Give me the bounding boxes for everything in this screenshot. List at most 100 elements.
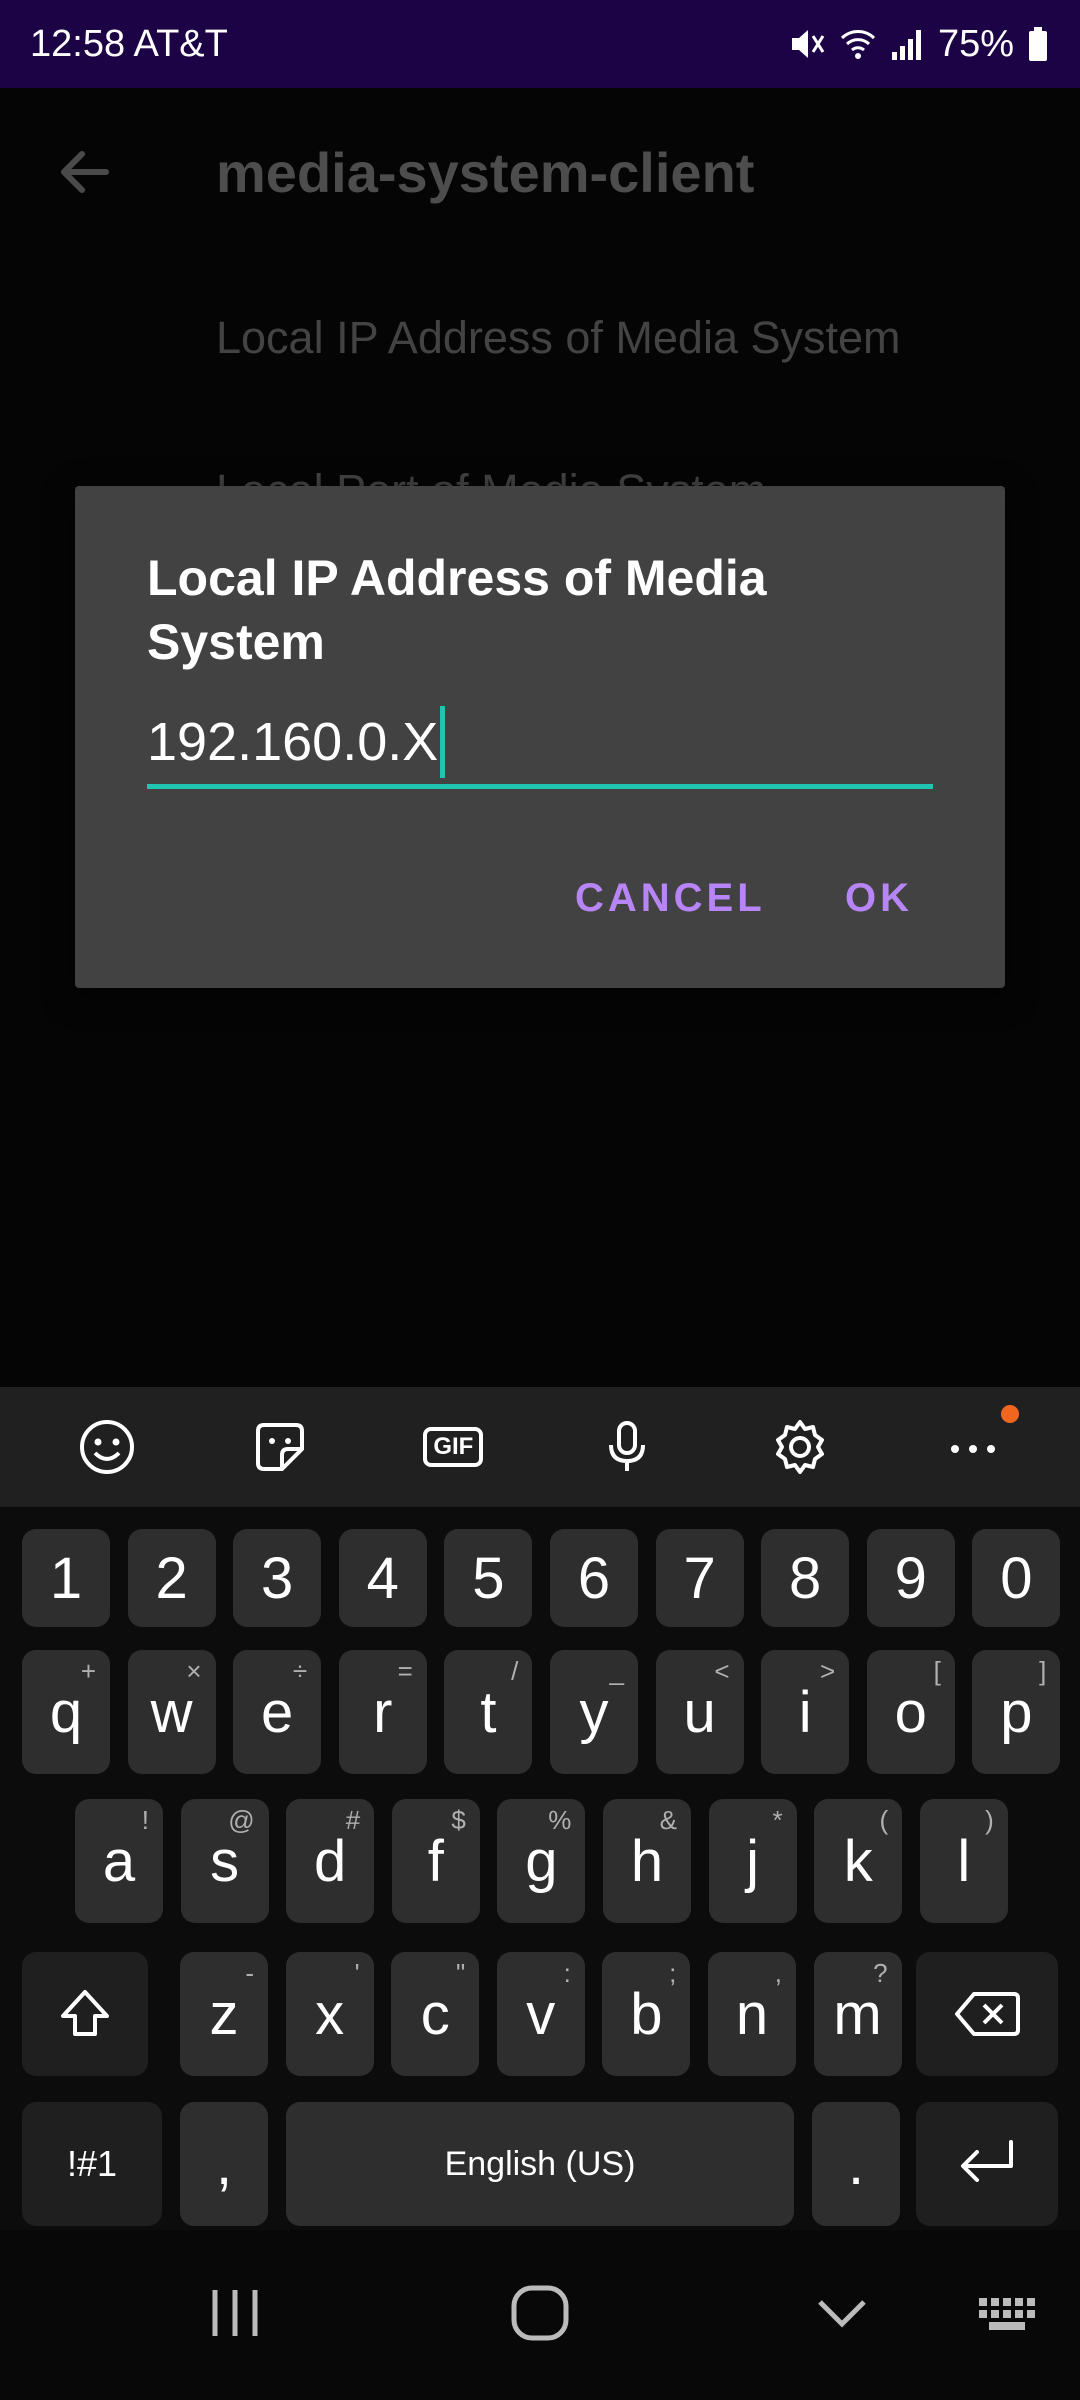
key-k[interactable]: k( [814, 1799, 903, 1923]
key-label: i [798, 1679, 812, 1745]
key-u[interactable]: u < [655, 1650, 744, 1774]
key-hint: ) [985, 1805, 994, 1835]
key-label: a [102, 1828, 136, 1894]
enter-key[interactable] [916, 2102, 1058, 2226]
key-i[interactable]: i > [761, 1650, 850, 1774]
wifi-icon [840, 30, 875, 59]
key-label: r [373, 1679, 393, 1745]
key-s[interactable]: s @ [180, 1799, 269, 1923]
key-b[interactable]: b; [602, 1952, 691, 2076]
key-v[interactable]: v: [496, 1952, 585, 2076]
recent-apps-icon[interactable] [205, 2278, 265, 2348]
key-3[interactable]: 3 [233, 1529, 322, 1627]
app-bar: media-system-client [0, 88, 1080, 258]
input-underline [147, 784, 933, 789]
key-label: p [1000, 1679, 1033, 1745]
ok-button[interactable]: OK [845, 876, 913, 921]
key-q[interactable]: q + [22, 1650, 110, 1774]
key-x[interactable]: x ' [285, 1952, 374, 2076]
settings-icon[interactable] [764, 1411, 836, 1483]
key-4[interactable]: 4 [338, 1529, 427, 1627]
key-hint: " [455, 1958, 466, 1988]
key-e[interactable]: e ÷ [233, 1650, 322, 1774]
key-hint: $ [451, 1805, 466, 1835]
key-w[interactable]: w × [127, 1650, 216, 1774]
key-l[interactable]: l) [919, 1799, 1008, 1923]
key-h[interactable]: h & [603, 1799, 691, 1923]
key-label: c [420, 1981, 450, 2047]
gif-icon[interactable]: GIF [417, 1411, 489, 1483]
hide-keyboard-icon[interactable] [812, 2278, 872, 2348]
backspace-icon [955, 1992, 1020, 2036]
input-value: 192.160.0.X [147, 712, 439, 772]
key-z[interactable]: z- [180, 1952, 268, 2076]
key-o[interactable]: o[ [866, 1650, 955, 1774]
back-arrow-icon[interactable] [52, 140, 116, 204]
home-icon[interactable] [508, 2278, 572, 2348]
key-label: u [683, 1679, 716, 1745]
key-1[interactable]: 1 [22, 1529, 110, 1627]
keyboard-toolbar: GIF [0, 1387, 1080, 1507]
key-0[interactable]: 0 [972, 1529, 1061, 1627]
space-key[interactable]: English (US) [286, 2102, 794, 2226]
key-hint: < [714, 1656, 730, 1686]
key-5[interactable]: 5 [444, 1529, 533, 1627]
key-label: l [957, 1828, 971, 1894]
key-label: 3 [261, 1545, 294, 1611]
key-a[interactable]: a! [75, 1799, 163, 1923]
key-6[interactable]: 6 [550, 1529, 638, 1627]
key-hint: ( [879, 1805, 889, 1835]
key-p[interactable]: p] [972, 1650, 1061, 1774]
period-key[interactable]: . [812, 2102, 900, 2226]
sticker-icon[interactable] [244, 1411, 316, 1483]
notification-dot [1001, 1405, 1020, 1423]
pref-ip-address[interactable]: Local IP Address of Media System [216, 312, 901, 364]
key-hint: / [511, 1656, 519, 1686]
key-hint: > [820, 1656, 836, 1686]
key-2[interactable]: 2 [127, 1529, 216, 1627]
key-hint: [ [933, 1656, 941, 1686]
comma-key[interactable]: , [180, 2102, 268, 2226]
key-label: x [315, 1981, 345, 2047]
key-label: 0 [1000, 1545, 1033, 1611]
key-f[interactable]: f $ [391, 1799, 480, 1923]
backspace-key[interactable] [916, 1952, 1058, 2076]
key-label: 9 [894, 1545, 927, 1611]
emoji-icon[interactable] [71, 1411, 143, 1483]
key-t[interactable]: t / [444, 1650, 533, 1774]
keyboard: !#1 , English (US) . 1 2 3 4 5 6 7 8 9 0 q + w × e ÷ r = t… [0, 1507, 1080, 2230]
key-label: y [579, 1679, 609, 1745]
symbols-key[interactable]: !#1 [22, 2102, 162, 2226]
key-y[interactable]: y _ [550, 1650, 638, 1774]
key-label: s [210, 1828, 240, 1894]
more-icon[interactable] [937, 1405, 1020, 1483]
cancel-button[interactable]: CANCEL [575, 876, 766, 921]
key-8[interactable]: 8 [761, 1529, 850, 1627]
key-j[interactable]: j * [708, 1799, 797, 1923]
key-hint: , [774, 1958, 782, 1988]
key-label: 1 [49, 1545, 83, 1611]
key-n[interactable]: n, [708, 1952, 796, 2076]
key-m[interactable]: m? [813, 1952, 902, 2076]
text-caret [440, 706, 446, 778]
key-9[interactable]: 9 [866, 1529, 955, 1627]
key-hint: : [563, 1958, 571, 1988]
key-hint: # [345, 1805, 361, 1835]
key-hint: @ [228, 1805, 255, 1835]
key-label: o [894, 1679, 927, 1745]
key-d[interactable]: d # [286, 1799, 375, 1923]
key-r[interactable]: r = [338, 1650, 427, 1774]
key-label: z [209, 1981, 239, 2047]
shift-key[interactable] [22, 1952, 148, 2076]
microphone-icon[interactable] [591, 1411, 663, 1483]
key-c[interactable]: c " [391, 1952, 480, 2076]
key-7[interactable]: 7 [655, 1529, 744, 1627]
keyboard-switch-icon[interactable] [975, 2278, 1045, 2348]
key-g[interactable]: g% [497, 1799, 586, 1923]
key-hint: ] [1039, 1656, 1047, 1686]
ip-address-input[interactable]: 192.160.0.X [147, 706, 933, 778]
key-hint: + [80, 1656, 96, 1686]
key-label: g [525, 1828, 558, 1894]
key-label: v [526, 1981, 556, 2047]
key-label: k [843, 1828, 873, 1894]
